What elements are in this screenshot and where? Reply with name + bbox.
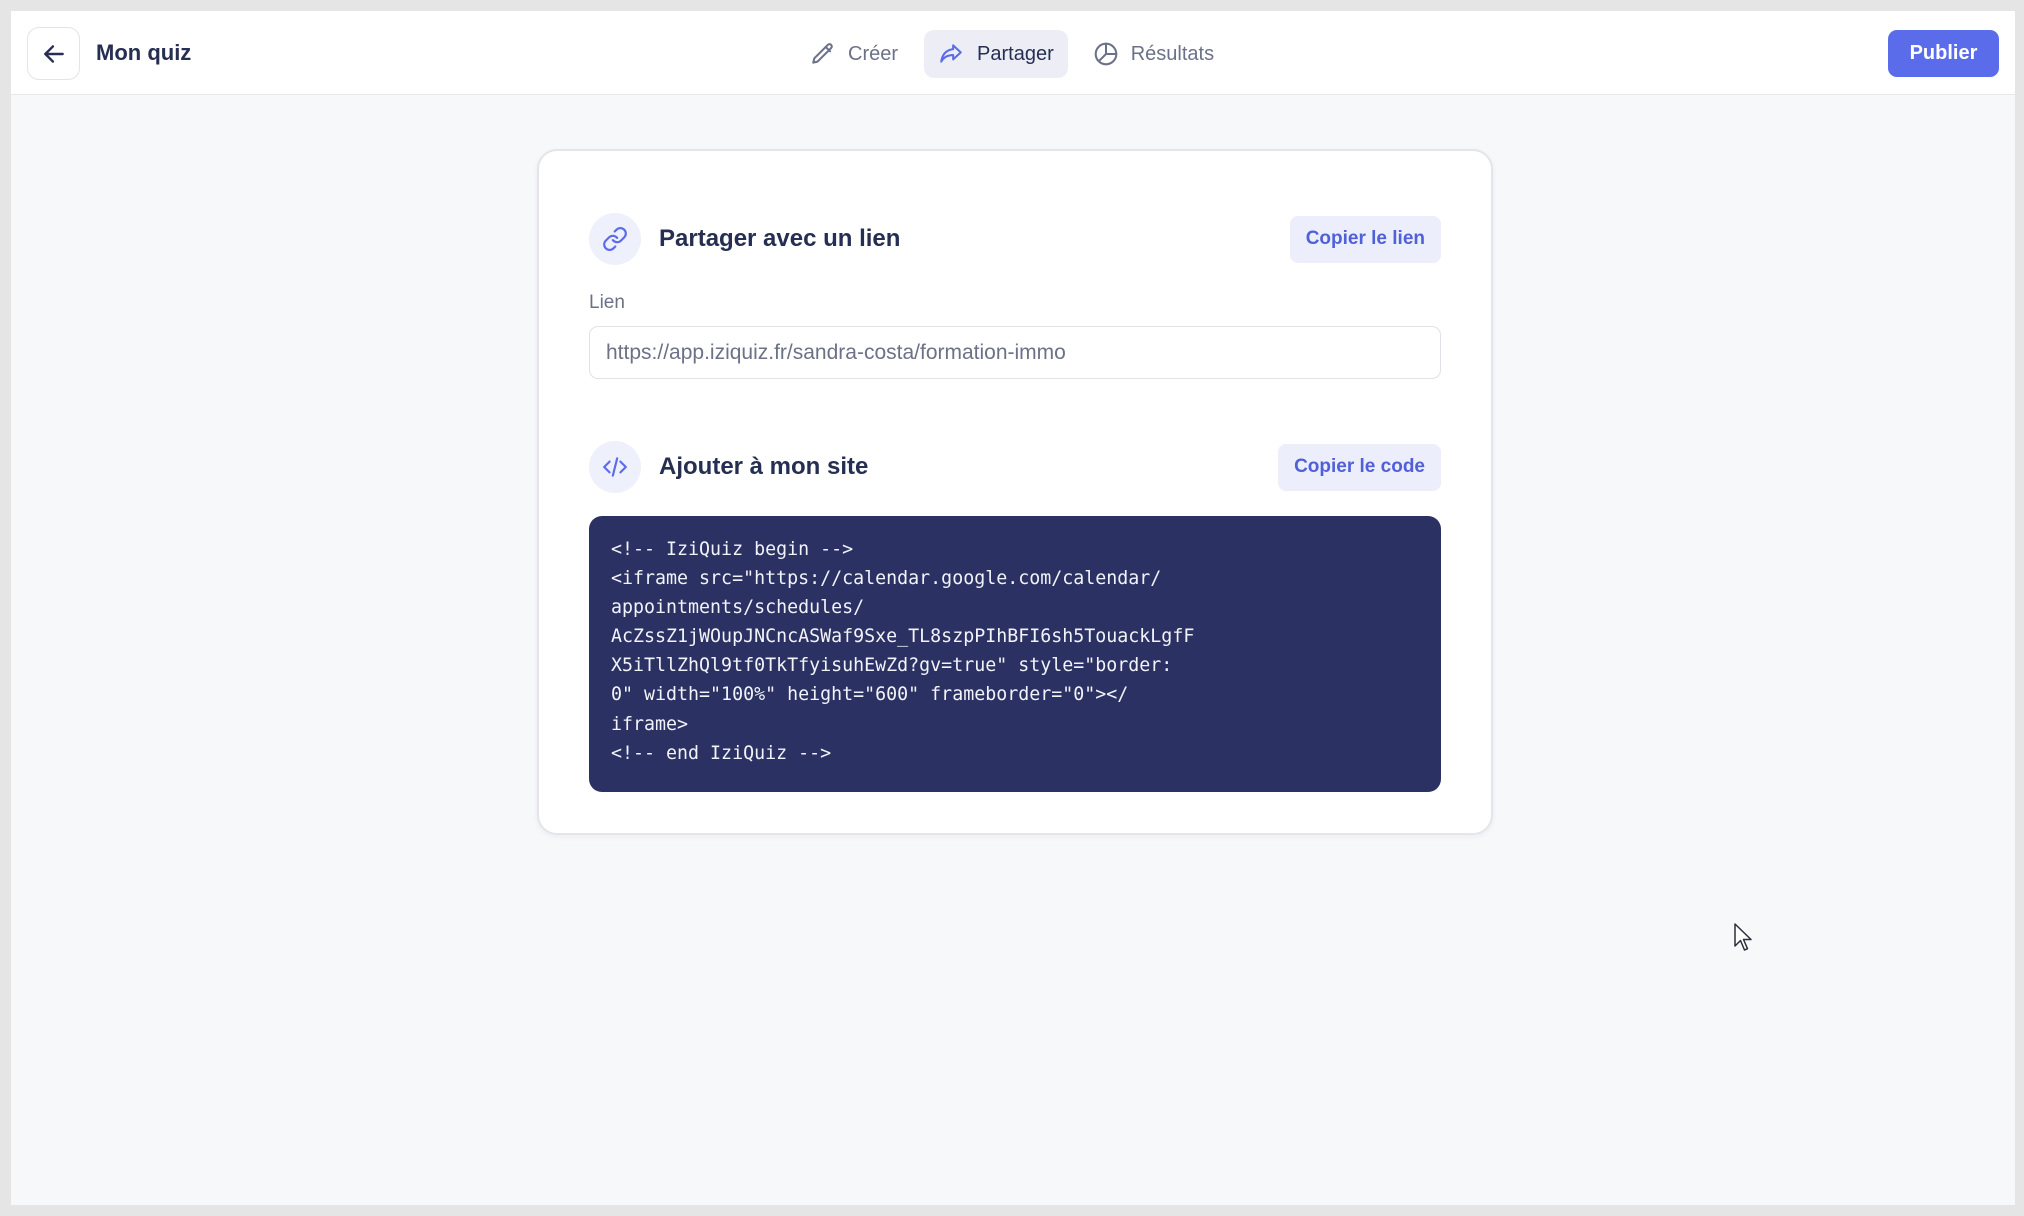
code-line: iframe> [611,713,689,735]
code-line: appointments/schedules/ [611,597,865,619]
link-field-label: Lien [589,292,625,313]
app-window: Mon quiz Créer Partager Résultats Publie… [11,11,2015,1205]
tab-share-label: Partager [977,42,1054,65]
chart-pie-icon [1094,42,1118,66]
embed-code-block[interactable]: <!-- IziQuiz begin --> <iframe src="https… [589,516,1441,792]
code-icon [603,457,627,477]
pencil-icon [812,43,833,64]
code-line: X5iTllZhQl9tf0TkTfyisuhEwZd?gv=true" sty… [611,655,1173,677]
link-icon-badge [589,213,641,265]
code-icon-badge [589,441,641,493]
copy-link-button[interactable]: Copier le lien [1289,215,1441,263]
publish-button[interactable]: Publier [1888,30,1999,77]
code-line: AcZssZ1jWOupJNCncASWaf9Sxe_TL8szpPIhBFI6… [611,626,1195,648]
arrow-left-icon [43,44,64,63]
tab-create[interactable]: Créer [797,30,912,78]
code-line: <!-- IziQuiz begin --> [611,539,854,560]
copy-code-button[interactable]: Copier le code [1278,443,1441,491]
embed-title: Ajouter à mon site [659,453,869,480]
tab-share[interactable]: Partager [924,30,1068,78]
code-line: 0" width="100%" height="600" frameborder… [611,684,1129,706]
share-icon [940,44,962,63]
tab-bar: Créer Partager Résultats [797,30,1228,78]
quiz-title: Mon quiz [96,40,192,65]
mouse-pointer-icon [1734,923,1752,951]
code-line: <iframe src="https://calendar.google.com… [611,568,1162,590]
top-bar: Mon quiz Créer Partager Résultats Publie… [11,11,2015,95]
share-link-title: Partager avec un lien [659,225,901,252]
code-line: <!-- end IziQuiz --> [611,742,832,764]
tab-create-label: Créer [848,42,899,65]
back-button[interactable] [27,27,80,80]
tab-results-label: Résultats [1130,42,1215,65]
link-url-field[interactable] [589,326,1441,379]
tab-results[interactable]: Résultats [1080,30,1228,78]
share-card: Partager avec un lien Copier le lien Lie… [537,149,1493,835]
embed-header: Ajouter à mon site Copier le code [589,441,1441,493]
share-link-header: Partager avec un lien Copier le lien [589,213,1441,265]
link-icon [603,227,627,251]
